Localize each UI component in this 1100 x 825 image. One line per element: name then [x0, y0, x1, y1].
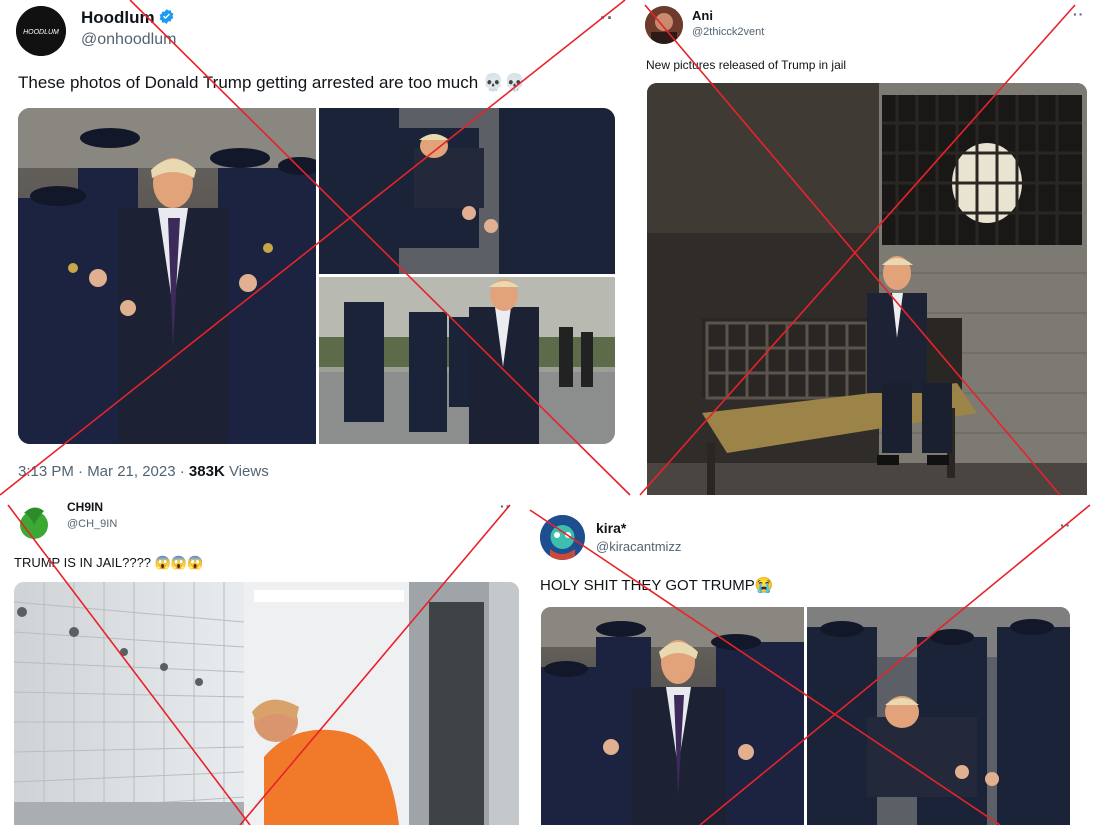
photo-jail-cell[interactable]	[647, 83, 1087, 495]
logo-text: HOODLUM	[23, 29, 59, 36]
photo-arrest-2[interactable]	[319, 108, 615, 274]
avatar-image	[540, 515, 585, 560]
avatar[interactable]	[540, 515, 585, 560]
photo-arrest-3[interactable]	[319, 277, 615, 444]
display-name-text: Hoodlum	[81, 8, 155, 27]
tackle-scene-illustration	[319, 108, 615, 274]
avatar-image	[20, 507, 48, 539]
avatar[interactable]: HOODLUM	[16, 6, 66, 56]
more-options-icon[interactable]: ··	[600, 8, 614, 29]
verified-badge-icon	[159, 9, 174, 24]
photo-arrest-4[interactable]	[541, 607, 804, 825]
display-name[interactable]: Hoodlum	[81, 8, 175, 28]
tweet-card-hoodlum[interactable]: HOODLUM Hoodlum @onhoodlum ·· These phot…	[0, 0, 635, 500]
avatar-image	[645, 6, 683, 44]
more-options-icon[interactable]: ··	[1060, 517, 1071, 533]
tweet-text: New pictures released of Trump in jail	[646, 58, 847, 72]
handle[interactable]: @2thicck2vent	[692, 26, 764, 38]
avatar[interactable]	[14, 503, 54, 543]
views-count: 383K	[188, 463, 225, 480]
tweet-text: HOLY SHIT THEY GOT TRUMP😭	[540, 577, 774, 594]
jail-cell-illustration	[647, 83, 1087, 495]
tweet-card-ch9in[interactable]: CH9IN @CH_9IN ·· TRUMP IS IN JAIL???? 😱😱…	[0, 495, 525, 825]
tweet-metadata: 3:13 PM · Mar 21, 2023 · 383K Views	[18, 463, 269, 480]
arrest-scene-illustration	[18, 108, 316, 444]
views-label: Views	[224, 463, 269, 480]
photo-arrest-5[interactable]	[807, 607, 1070, 825]
arrest-scene-illustration	[541, 607, 804, 825]
tweet-text: These photos of Donald Trump getting arr…	[18, 73, 526, 92]
handle[interactable]: @onhoodlum	[81, 31, 176, 49]
display-name[interactable]: Ani	[692, 8, 713, 23]
hoodlum-logo: HOODLUM	[16, 6, 66, 56]
photo-jail-restroom[interactable]	[14, 582, 519, 825]
more-options-icon[interactable]: ··	[1073, 6, 1084, 22]
photo-arrest-1[interactable]	[18, 108, 316, 444]
handle[interactable]: @CH_9IN	[67, 518, 117, 530]
restroom-illustration	[14, 582, 519, 825]
tackle-scene-illustration	[807, 607, 1070, 825]
timestamp[interactable]: 3:13 PM · Mar 21, 2023 ·	[18, 463, 189, 480]
run-scene-illustration	[319, 277, 615, 444]
display-name[interactable]: kira*	[596, 520, 626, 536]
more-options-icon[interactable]: ··	[500, 498, 511, 514]
display-name[interactable]: CH9IN	[67, 500, 103, 514]
tweet-card-kira[interactable]: kira* @kiracantmizz ·· HOLY SHIT THEY GO…	[525, 495, 1100, 825]
tweet-text: TRUMP IS IN JAIL???? 😱😱😱	[14, 555, 204, 570]
tweet-card-ani[interactable]: Ani @2thicck2vent ·· New pictures releas…	[635, 0, 1100, 495]
avatar[interactable]	[645, 6, 683, 44]
handle[interactable]: @kiracantmizz	[596, 539, 681, 554]
